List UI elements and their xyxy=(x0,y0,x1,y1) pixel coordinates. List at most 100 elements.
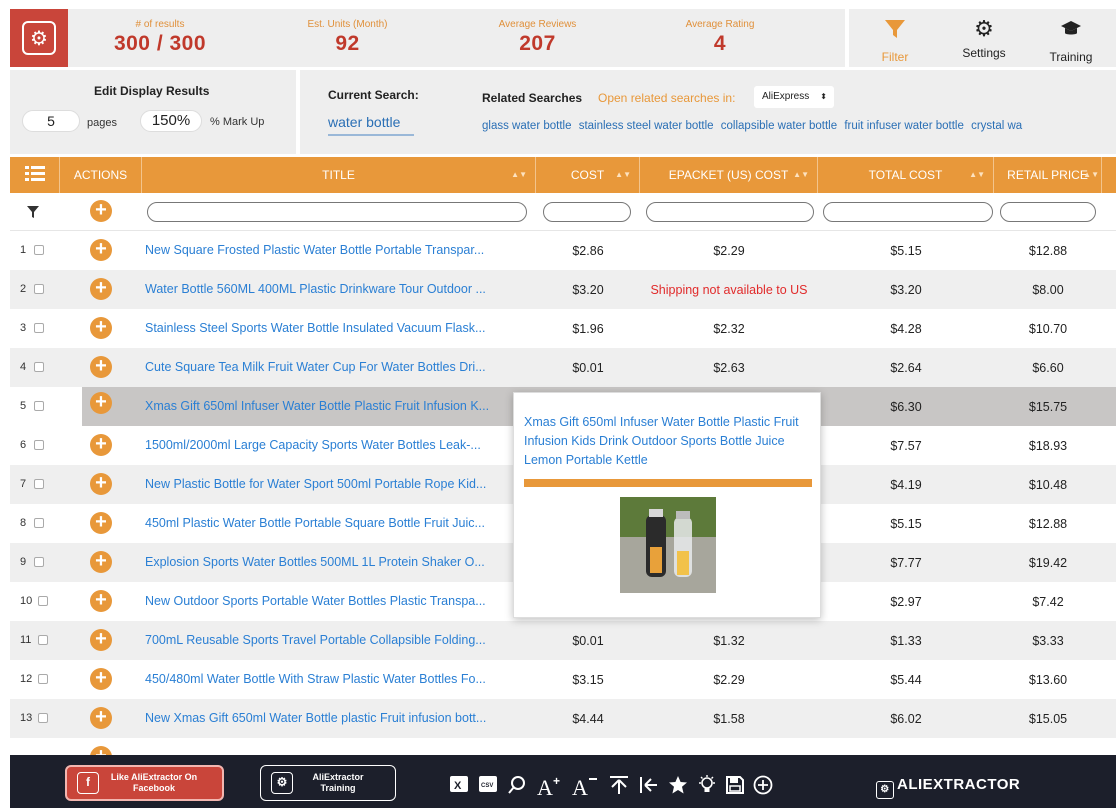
table-row[interactable]: 2 + Water Bottle 560ML 400ML Plastic Dri… xyxy=(10,270,1116,309)
product-title-link[interactable]: Cute Square Tea Milk Fruit Water Cup For… xyxy=(145,360,525,374)
row-checkbox[interactable] xyxy=(34,362,44,372)
table-row[interactable]: 3 + Stainless Steel Sports Water Bottle … xyxy=(10,309,1116,348)
popup-product-title[interactable]: Xmas Gift 650ml Infuser Water Bottle Pla… xyxy=(524,413,812,470)
product-title-link[interactable]: Xmas Gift 650ml Infuser Water Bottle Pla… xyxy=(145,399,525,413)
tips-button[interactable] xyxy=(697,775,717,798)
add-button[interactable] xyxy=(753,775,773,798)
row-checkbox[interactable] xyxy=(38,635,48,645)
epacket-cell: $2.63 xyxy=(713,361,745,375)
header-title[interactable]: TITLE ▲▼ xyxy=(142,157,536,193)
table-row[interactable]: 4 + Cute Square Tea Milk Fruit Water Cup… xyxy=(10,348,1116,387)
add-product-button[interactable]: + xyxy=(90,551,112,573)
table-row[interactable]: 13 + New Xmas Gift 650ml Water Bottle pl… xyxy=(10,699,1116,738)
row-checkbox[interactable] xyxy=(34,557,44,567)
font-decrease-button[interactable]: A xyxy=(572,775,598,800)
product-title-link[interactable]: New Xmas Gift 650ml Water Bottle plastic… xyxy=(145,711,525,725)
save-button[interactable] xyxy=(725,775,745,798)
header-total[interactable]: TOTAL COST ▲▼ xyxy=(818,157,994,193)
font-increase-button[interactable]: A + xyxy=(537,774,563,800)
related-link[interactable]: fruit infuser water bottle xyxy=(844,120,964,132)
settings-button[interactable]: ⚙ Settings xyxy=(953,9,1015,67)
row-checkbox[interactable] xyxy=(38,674,48,684)
add-product-button[interactable]: + xyxy=(90,707,112,729)
retail-cell: $12.88 xyxy=(1028,517,1068,531)
collapse-left-button[interactable] xyxy=(639,775,659,798)
pages-input[interactable]: 5 xyxy=(22,110,80,132)
row-number: 8 xyxy=(20,517,27,529)
row-checkbox[interactable] xyxy=(38,596,48,606)
total-cell: $7.77 xyxy=(890,556,922,570)
facebook-like-button[interactable]: f Like AliExtractor On Facebook xyxy=(65,765,224,801)
add-product-button[interactable]: + xyxy=(90,629,112,651)
add-product-button[interactable]: + xyxy=(90,668,112,690)
product-title-link[interactable]: 700mL Reusable Sports Travel Portable Co… xyxy=(145,633,525,647)
row-checkbox[interactable] xyxy=(38,713,48,723)
csv-export-button[interactable]: CSV xyxy=(479,775,497,796)
related-link[interactable]: glass water bottle xyxy=(482,120,572,132)
table-row-partial[interactable]: + xyxy=(10,738,1116,755)
total-filter-input[interactable] xyxy=(823,202,993,222)
current-search-value[interactable]: water bottle xyxy=(328,114,414,136)
related-source-select[interactable]: AliExpress ⬍ xyxy=(754,86,834,108)
table-row[interactable]: 1 + New Square Frosted Plastic Water Bot… xyxy=(10,231,1116,270)
table-row[interactable]: 11 + 700mL Reusable Sports Travel Portab… xyxy=(10,621,1116,660)
excel-export-button[interactable]: X xyxy=(450,775,468,796)
training-button[interactable]: Training xyxy=(1040,9,1102,67)
favorite-button[interactable] xyxy=(668,775,688,798)
add-product-button[interactable]: + xyxy=(90,392,112,414)
row-checkbox[interactable] xyxy=(34,479,44,489)
stat-rating: Average Rating 4 xyxy=(650,9,790,67)
related-source-value: AliExpress xyxy=(762,91,810,102)
scroll-top-button[interactable] xyxy=(609,775,629,798)
app-logo[interactable]: ⚙ xyxy=(10,9,68,67)
row-checkbox[interactable] xyxy=(34,245,44,255)
add-all-button[interactable]: + xyxy=(90,200,112,222)
row-checkbox[interactable] xyxy=(34,518,44,528)
row-checkbox[interactable] xyxy=(34,323,44,333)
row-checkbox[interactable] xyxy=(34,440,44,450)
filter-button[interactable]: Filter xyxy=(865,9,925,67)
add-product-button[interactable]: + xyxy=(90,590,112,612)
training-video-button[interactable]: ⚙ AliExtractor Training xyxy=(260,765,396,801)
product-title-link[interactable]: Explosion Sports Water Bottles 500ML 1L … xyxy=(145,555,515,569)
add-product-button[interactable]: + xyxy=(90,356,112,378)
header-retail[interactable]: RETAIL PRICE ▲▼ xyxy=(994,157,1102,193)
product-title-link[interactable]: 450/480ml Water Bottle With Straw Plasti… xyxy=(145,672,525,686)
cost-filter-input[interactable] xyxy=(543,202,631,222)
product-title-link[interactable]: 450ml Plastic Water Bottle Portable Squa… xyxy=(145,516,515,530)
row-checkbox[interactable] xyxy=(34,284,44,294)
related-link[interactable]: stainless steel water bottle xyxy=(579,120,714,132)
product-title-link[interactable]: New Square Frosted Plastic Water Bottle … xyxy=(145,243,525,257)
add-product-button[interactable]: + xyxy=(90,317,112,339)
product-title-link[interactable]: New Plastic Bottle for Water Sport 500ml… xyxy=(145,477,515,491)
product-title-link[interactable]: 1500ml/2000ml Large Capacity Sports Wate… xyxy=(145,438,515,452)
stat-rating-label: Average Rating xyxy=(685,19,755,30)
product-title-link[interactable]: New Outdoor Sports Portable Water Bottle… xyxy=(145,594,515,608)
title-filter-input[interactable] xyxy=(147,202,527,222)
row-checkbox[interactable] xyxy=(34,401,44,411)
related-link[interactable]: collapsible water bottle xyxy=(721,120,837,132)
product-title-link[interactable]: Water Bottle 560ML 400ML Plastic Drinkwa… xyxy=(145,282,525,296)
product-title-link[interactable]: Stainless Steel Sports Water Bottle Insu… xyxy=(145,321,525,335)
related-link[interactable]: crystal wa xyxy=(971,120,1022,132)
related-open-label: Open related searches in: xyxy=(598,91,736,105)
column-menu-button[interactable] xyxy=(10,157,60,193)
app-logo-icon: ⚙ xyxy=(271,772,293,794)
markup-input[interactable]: 150% xyxy=(140,110,202,132)
table-row[interactable]: 12 + 450/480ml Water Bottle With Straw P… xyxy=(10,660,1116,699)
add-product-button[interactable]: + xyxy=(90,473,112,495)
header-title-label: TITLE xyxy=(322,168,355,182)
total-cell: $2.97 xyxy=(890,595,922,609)
epacket-filter-input[interactable] xyxy=(646,202,814,222)
add-product-button[interactable]: + xyxy=(90,746,112,755)
search-button[interactable] xyxy=(507,775,527,798)
add-product-button[interactable]: + xyxy=(90,512,112,534)
add-product-button[interactable]: + xyxy=(90,434,112,456)
header-epacket[interactable]: EPACKET (US) COST ▲▼ xyxy=(640,157,818,193)
add-product-button[interactable]: + xyxy=(90,278,112,300)
add-product-button[interactable]: + xyxy=(90,239,112,261)
font-decrease-icon: A xyxy=(572,775,597,800)
retail-filter-input[interactable] xyxy=(1000,202,1096,222)
header-cost[interactable]: COST ▲▼ xyxy=(536,157,640,193)
settings-label: Settings xyxy=(962,46,1006,60)
